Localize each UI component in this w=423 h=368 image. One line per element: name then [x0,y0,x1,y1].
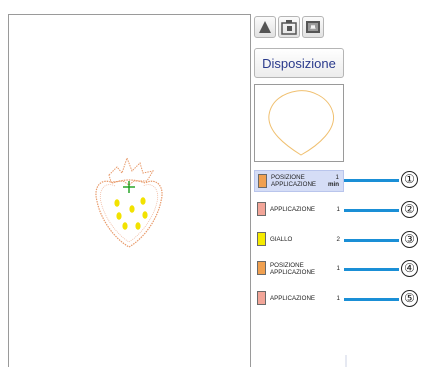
camera-scan-icon [281,20,297,35]
callout-number-3: ③ [401,231,418,248]
callout-line-5 [344,298,399,301]
callout-line-3 [344,239,399,242]
color-row-count: 1 min [327,174,339,188]
strawberry-design [95,156,163,248]
color-row-name: APPLICAZIONE [270,206,316,213]
color-row-5[interactable]: APPLICAZIONE 1 [254,288,344,310]
thread-spool-icon [258,174,267,188]
embroidery-canvas[interactable] [8,14,251,367]
color-row-name: GIALLO [270,236,293,243]
fabric-scan-icon [306,21,320,33]
callout-number-2: ② [401,201,418,218]
color-row-name: POSIZIONE APPLICAZIONE [270,262,316,276]
thread-spool-icon [257,232,266,246]
layout-button-label: Disposizione [262,55,336,71]
center-crosshair-icon [123,181,135,193]
color-row-2[interactable]: APPLICAZIONE 1 [254,199,344,221]
color-row-time-unit: min [327,180,339,188]
color-row-name: APPLICAZIONE [270,295,316,302]
color-row-count: 1 [336,206,340,213]
thread-spool-icon [257,202,266,216]
color-row-1[interactable]: POSIZIONE APPLICAZIONE 1 min [254,170,344,192]
callout-number-4: ④ [401,260,418,277]
color-row-name-line: APPLICAZIONE [271,180,317,188]
callout-number-5: ⑤ [401,290,418,307]
color-row-4[interactable]: POSIZIONE APPLICAZIONE 1 [254,258,344,280]
callout-line-1 [344,179,399,182]
triangle-icon [259,21,271,33]
color-row-count: 1 [336,265,340,272]
triangle-tool-button[interactable] [254,16,276,38]
strawberry-leaves-outline [108,156,155,186]
thread-spool-icon [257,261,266,275]
color-row-name: POSIZIONE APPLICAZIONE [271,174,317,188]
color-row-count: 2 [336,236,340,243]
color-row-name-line: APPLICAZIONE [270,268,316,276]
design-preview [254,84,344,162]
camera-scan-button[interactable] [278,16,300,38]
color-row-count: 1 [336,295,340,302]
fabric-scan-button[interactable] [302,16,324,38]
color-row-3[interactable]: GIALLO 2 [254,229,344,251]
callout-number-1: ① [401,171,418,188]
list-scrollbar[interactable] [345,355,347,367]
callout-line-2 [344,209,399,212]
thread-spool-icon [257,291,266,305]
layout-button[interactable]: Disposizione [254,48,344,78]
design-preview-outline [268,90,335,156]
callout-line-4 [344,268,399,271]
